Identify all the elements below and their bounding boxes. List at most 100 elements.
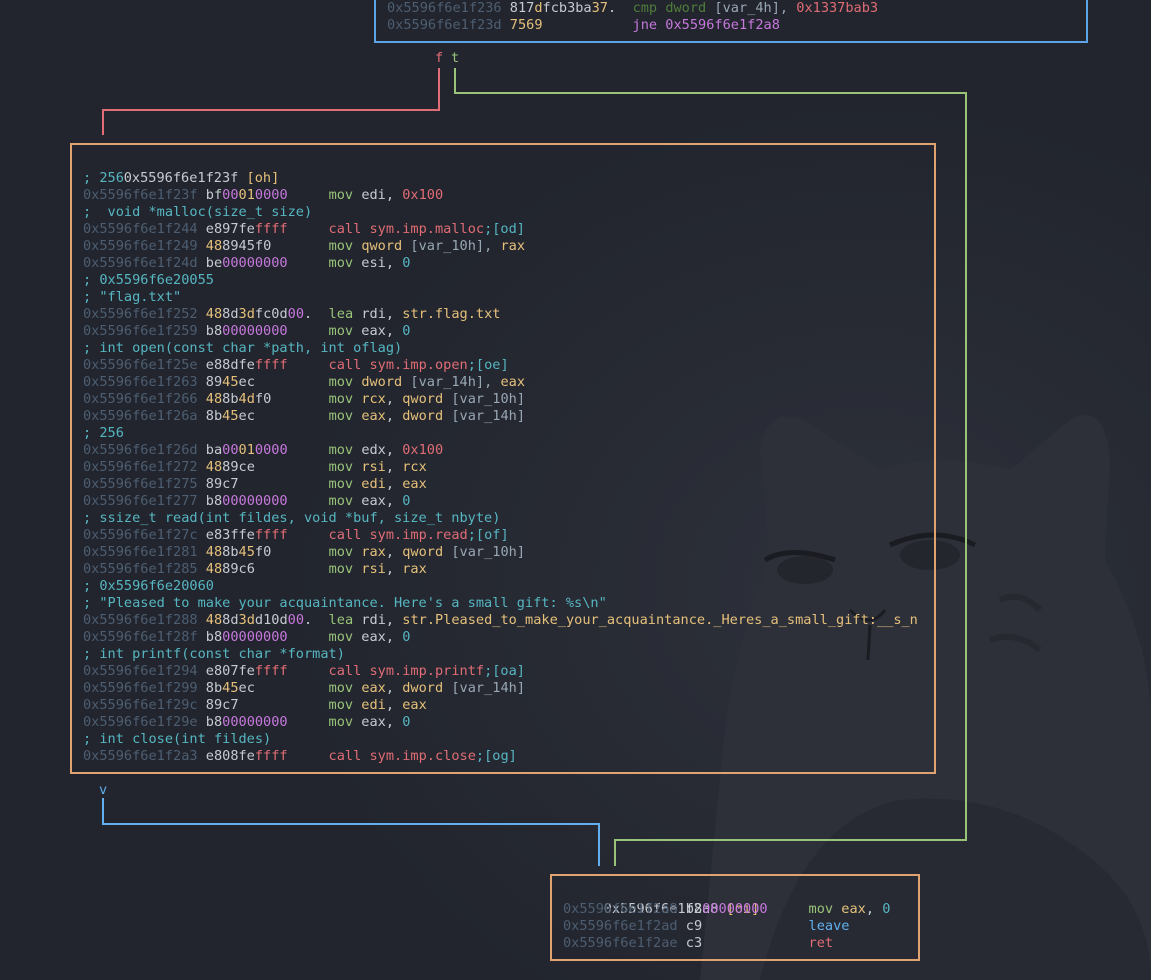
instruction-bytes: 00000000 (222, 323, 288, 339)
instruction-bytes: ffff (254, 221, 288, 237)
instruction-address: 0x5596f6e1f249 (83, 238, 198, 254)
instruction-operand: 0 (402, 714, 411, 730)
instruction-line[interactable]: 0x5596f6e1f272 4889ce mov rsi, rcx (83, 459, 427, 476)
comment-line[interactable]: ; 0x5596f6e20060 (83, 578, 214, 595)
instruction-bytes: 01 (238, 442, 255, 458)
instruction-bytes: ffff (254, 748, 288, 764)
instruction-bytes: bf (205, 187, 223, 203)
block-header: 0x5596f6e1f23f [oh] (91, 153, 280, 186)
instruction-line[interactable]: 0x5596f6e1f2a3 e808feffff call sym.imp.c… (83, 748, 517, 765)
instruction-operand: eax (361, 408, 386, 424)
instruction-operand: ;[of] (467, 527, 509, 543)
instruction-address: 0x5596f6e1f299 (83, 680, 198, 696)
instruction-line[interactable]: 0x5596f6e1f277 b800000000 mov eax, 0 (83, 493, 410, 510)
instruction-bytes: e83ffe (205, 527, 255, 543)
instruction-line[interactable]: 0x5596f6e1f294 e807feffff call sym.imp.p… (83, 663, 525, 680)
instruction-address: 0x5596f6e1f29c (83, 697, 198, 713)
instruction-operand: , (385, 680, 403, 696)
instruction-operand: [var_10h], (402, 238, 501, 254)
comment-line[interactable]: ; int close(int fildes) (83, 731, 271, 748)
instruction-operand: esi (361, 255, 386, 271)
instruction-line[interactable]: 0x5596f6e1f249 488945f0 mov qword [var_1… (83, 238, 525, 255)
instruction-operand: rax (402, 561, 427, 577)
instruction-operand: , (385, 493, 403, 509)
instruction-line[interactable]: 0x5596f6e1f27c e83ffeffff call sym.imp.r… (83, 527, 509, 544)
instruction-bytes: 45 (238, 544, 255, 560)
instruction-address: 0x5596f6e1f26d (83, 442, 198, 458)
instruction-line[interactable]: 0x5596f6e1f288 488d3dd10d00. lea rdi, st… (83, 612, 918, 629)
instruction-mnemonic: mov (328, 238, 354, 254)
comment-text: ; 0x5596f6e20060 (83, 578, 214, 594)
instruction-line[interactable]: 0x5596f6e1f266 488b4df0 mov rcx, qword [… (83, 391, 525, 408)
instruction-line[interactable]: 0x5596f6e1f23f bf00010000 mov edi, 0x100 (83, 187, 443, 204)
instruction-bytes: 8b (205, 408, 223, 424)
instruction-address: 0x5596f6e1f2a3 (83, 748, 198, 764)
instruction-line[interactable]: 0x5596f6e1f236 817dfcb3ba37. cmp dword [… (387, 0, 878, 17)
instruction-line[interactable]: 0x5596f6e1f299 8b45ec mov eax, dword [va… (83, 680, 525, 697)
instruction-bytes: 7569 (509, 17, 543, 33)
comment-line[interactable]: ; ssize_t read(int fildes, void *buf, si… (83, 510, 500, 527)
instruction-operand: sym.imp.malloc (369, 221, 485, 237)
instruction-operand: , (385, 459, 403, 475)
instruction-line[interactable]: 0x5596f6e1f26a 8b45ec mov eax, dword [va… (83, 408, 525, 425)
instruction-mnemonic: call (328, 748, 362, 764)
comment-line[interactable]: ; "Pleased to make your acquaintance. He… (83, 595, 607, 612)
instruction-mnemonic: mov (328, 255, 354, 271)
instruction-address: 0x5596f6e1f2a8 (563, 901, 678, 917)
instruction-line[interactable]: 0x5596f6e1f281 488b45f0 mov rax, qword [… (83, 544, 525, 561)
instruction-operand: eax (500, 374, 526, 390)
instruction-bytes: ec (238, 408, 255, 424)
comment-text: ; void *malloc(size_t size) (83, 204, 313, 220)
jump-edge-label: v (99, 782, 108, 798)
instruction-line[interactable]: 0x5596f6e1f252 488d3dfc0d00. lea rdi, st… (83, 306, 500, 323)
instruction-operand: rax (361, 544, 386, 560)
instruction-line[interactable]: 0x5596f6e1f2ae c3 ret (563, 935, 833, 952)
instruction-line[interactable]: 0x5596f6e1f28f b800000000 mov eax, 0 (83, 629, 410, 646)
instruction-line[interactable]: 0x5596f6e1f244 e897feffff call sym.imp.m… (83, 221, 525, 238)
instruction-address: 0x5596f6e1f29e (83, 714, 198, 730)
instruction-bytes: 817 (509, 0, 535, 16)
instruction-line[interactable]: 0x5596f6e1f263 8945ec mov dword [var_14h… (83, 374, 525, 391)
instruction-operand: 0 (402, 255, 411, 271)
instruction-bytes: 3d (238, 612, 255, 628)
comment-line[interactable]: ; int open(const char *path, int oflag) (83, 340, 402, 357)
instruction-address: 0x5596f6e1f285 (83, 561, 198, 577)
basic-block-oh[interactable]: 0x5596f6e1f23f [oh] ; 256 0x5596f6e1f23f … (70, 143, 936, 774)
comment-line[interactable]: ; 256 (83, 425, 124, 442)
instruction-line[interactable]: 0x5596f6e1f23d 7569 jne 0x5596f6e1f2a8 (387, 17, 780, 34)
instruction-line[interactable]: 0x5596f6e1f2a8 b800000000 mov eax, 0 (563, 901, 890, 918)
instruction-address: 0x5596f6e1f263 (83, 374, 198, 390)
instruction-line[interactable]: 0x5596f6e1f24d be00000000 mov esi, 0 (83, 255, 410, 272)
basic-block-oi[interactable]: 0x5596f6e1f2a8 [oi] 0x5596f6e1f2a8 b8000… (550, 874, 920, 961)
instruction-line[interactable]: 0x5596f6e1f259 b800000000 mov eax, 0 (83, 323, 410, 340)
instruction-line[interactable]: 0x5596f6e1f29e b800000000 mov eax, 0 (83, 714, 410, 731)
instruction-bytes: f0 (254, 544, 272, 560)
instruction-operand: edi (361, 697, 386, 713)
comment-line[interactable]: ; int printf(const char *format) (83, 646, 345, 663)
instruction-bytes: 48 (205, 561, 223, 577)
instruction-line[interactable]: 0x5596f6e1f275 89c7 mov edi, eax (83, 476, 427, 493)
basic-block-compare[interactable]: 0x5596f6e1f236 817dfcb3ba37. cmp dword [… (374, 0, 1088, 43)
instruction-bytes: 8b (222, 544, 239, 560)
instruction-line[interactable]: 0x5596f6e1f2ad c9 leave (563, 918, 849, 935)
comment-line[interactable]: ; 0x5596f6e20055 (83, 272, 214, 289)
comment-line[interactable]: ; 256 (83, 170, 124, 187)
instruction-mnemonic: mov (328, 544, 354, 560)
instruction-line[interactable]: 0x5596f6e1f26d ba00010000 mov edx, 0x100 (83, 442, 443, 459)
comment-line[interactable]: ; "flag.txt" (83, 289, 181, 306)
instruction-bytes: b8 (685, 901, 703, 917)
instruction-line[interactable]: 0x5596f6e1f285 4889c6 mov rsi, rax (83, 561, 427, 578)
instruction-bytes: 8b (222, 391, 239, 407)
instruction-operand: , (385, 714, 403, 730)
instruction-operand: 0 (882, 901, 891, 917)
instruction-operand: , (385, 391, 403, 407)
instruction-operand: rax (500, 238, 526, 254)
instruction-line[interactable]: 0x5596f6e1f29c 89c7 mov edi, eax (83, 697, 427, 714)
instruction-mnemonic: mov (328, 442, 354, 458)
comment-line[interactable]: ; void *malloc(size_t size) (83, 204, 312, 221)
instruction-line[interactable]: 0x5596f6e1f25e e88dfeffff call sym.imp.o… (83, 357, 509, 374)
instruction-bytes: 89c7 (205, 476, 239, 492)
instruction-bytes: f0 (254, 238, 272, 254)
instruction-bytes: ffff (254, 663, 288, 679)
instruction-address: 0x5596f6e1f281 (83, 544, 198, 560)
